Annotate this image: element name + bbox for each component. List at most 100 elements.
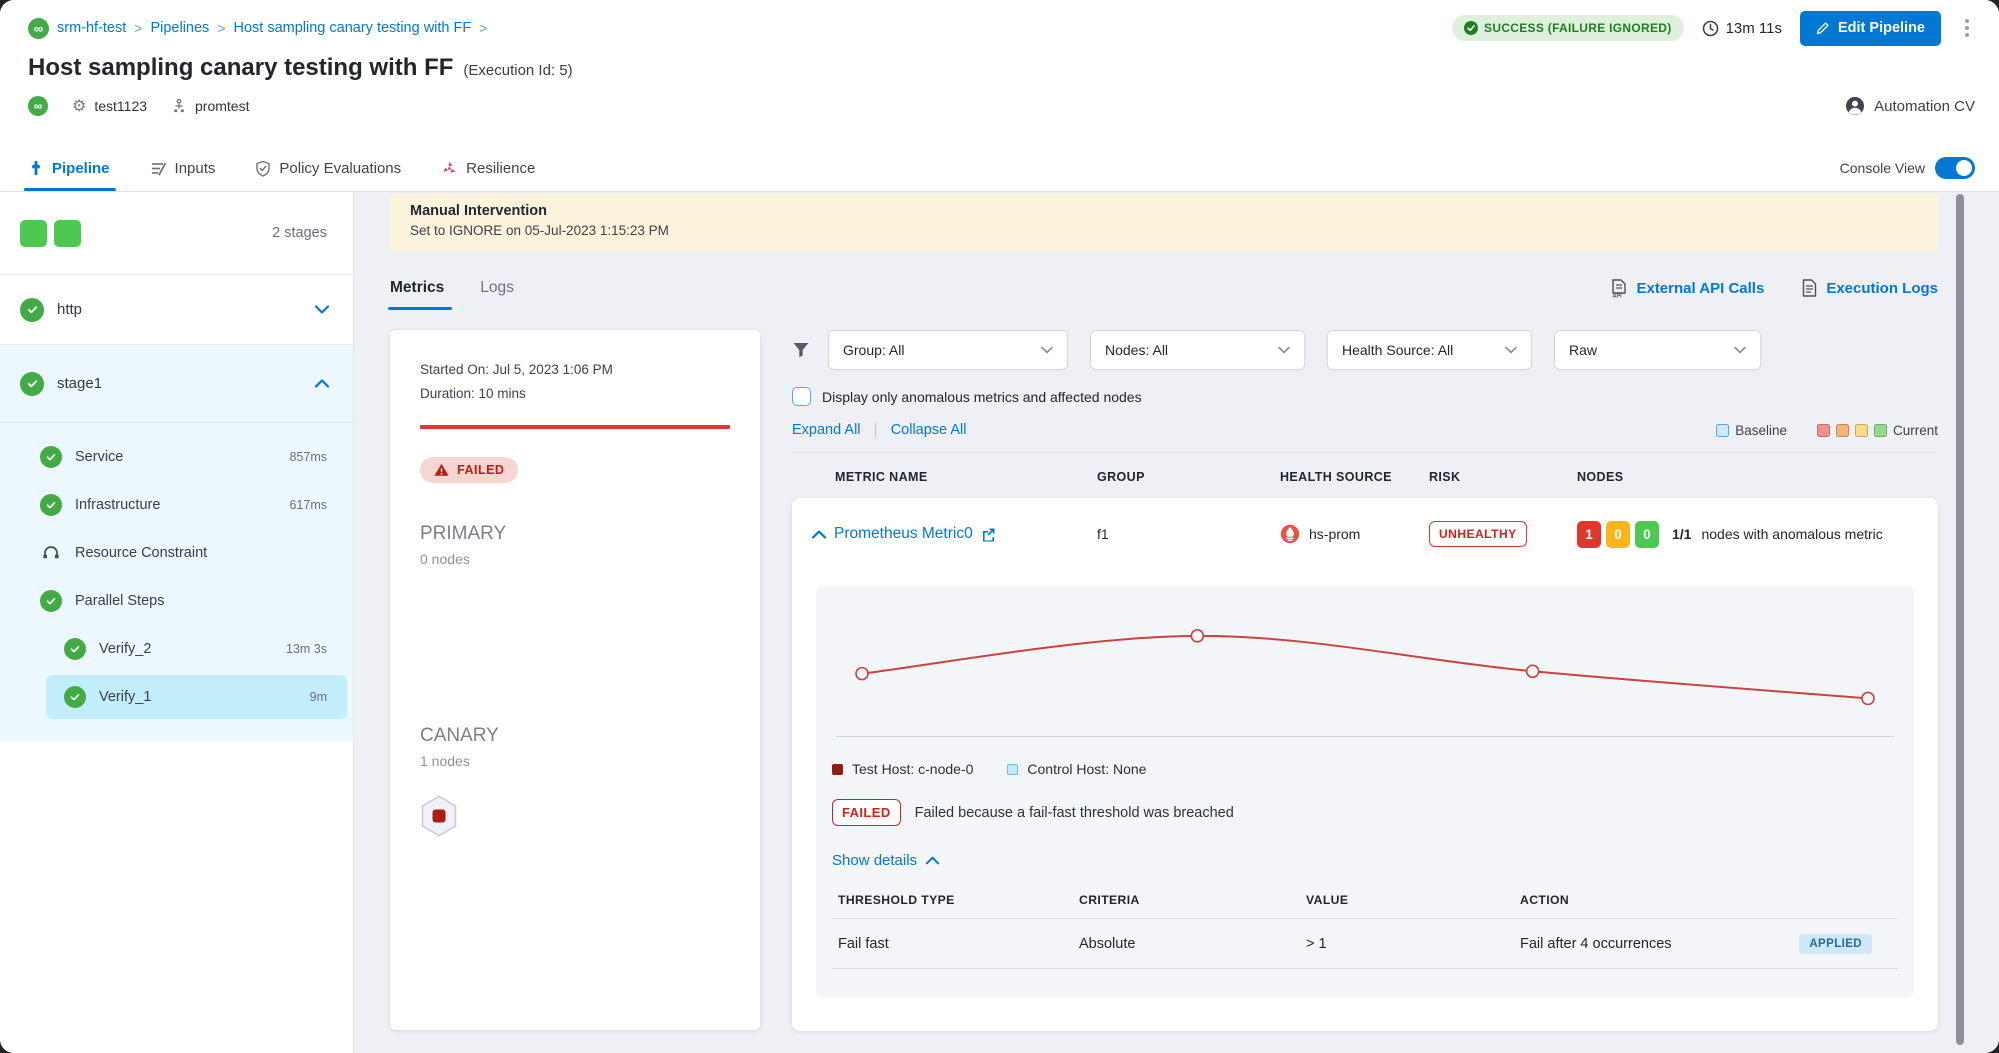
canary-node-hexagon-icon[interactable] bbox=[420, 795, 458, 837]
tab-policy-evaluations[interactable]: Policy Evaluations bbox=[255, 145, 401, 191]
sidebar-step-infrastructure[interactable]: Infrastructure 617ms bbox=[0, 481, 353, 529]
filter-row: Group: All Nodes: All Health Source: All bbox=[792, 330, 1938, 370]
canary-node-count: 1 nodes bbox=[420, 753, 730, 769]
execution-id: (Execution Id: 5) bbox=[463, 62, 572, 79]
detail-tabs-row: Metrics Logs API External API Calls Exec… bbox=[390, 268, 1938, 308]
breadcrumb-pipeline-name[interactable]: Host sampling canary testing with FF bbox=[234, 20, 472, 36]
metric-name-link[interactable]: Prometheus Metric0 bbox=[834, 525, 973, 543]
external-api-calls-link[interactable]: API External API Calls bbox=[1610, 279, 1764, 298]
check-circle-icon bbox=[1464, 21, 1478, 35]
success-check-icon bbox=[40, 446, 62, 468]
run-duration: Duration: 10 mins bbox=[420, 382, 730, 406]
nodes-filter-dropdown[interactable]: Nodes: All bbox=[1090, 330, 1305, 370]
sidebar-stage-stage1[interactable]: stage1 bbox=[0, 345, 353, 423]
metric-chart-panel: Test Host: c-node-0 Control Host: None F… bbox=[816, 586, 1914, 997]
console-view-control: Console View bbox=[1840, 145, 1975, 191]
expand-collapse-row: Expand All | Collapse All Baseline Curre… bbox=[792, 421, 1938, 439]
nodes-filter-value: Nodes: All bbox=[1105, 342, 1168, 358]
metrics-table-header: METRIC NAME GROUP HEALTH SOURCE RISK NOD… bbox=[792, 470, 1938, 484]
stage-summary-row: 2 stages bbox=[0, 192, 353, 275]
tab-policy-evaluations-label: Policy Evaluations bbox=[279, 160, 401, 177]
app-window: ∞ srm-hf-test > Pipelines > Host samplin… bbox=[0, 0, 1999, 1053]
stage1-section: stage1 Service 857ms Infrastructure 617m… bbox=[0, 345, 353, 741]
applied-badge: APPLIED bbox=[1799, 934, 1872, 954]
more-options-menu-icon[interactable] bbox=[1959, 15, 1975, 41]
edit-pipeline-button[interactable]: Edit Pipeline bbox=[1800, 11, 1941, 46]
status-badge: SUCCESS (FAILURE IGNORED) bbox=[1452, 15, 1684, 41]
threshold-table: THRESHOLD TYPE CRITERIA VALUE ACTION Fai… bbox=[832, 893, 1898, 969]
environment-tag[interactable]: promtest bbox=[171, 98, 249, 114]
group-filter-dropdown[interactable]: Group: All bbox=[828, 330, 1068, 370]
node-ratio-text: nodes with anomalous metric bbox=[1701, 526, 1882, 542]
fail-badge: FAILED bbox=[832, 799, 901, 826]
unhealthy-node-count-badge: 1 bbox=[1577, 521, 1601, 548]
node-ratio: 1/1 bbox=[1672, 526, 1691, 542]
tab-inputs[interactable]: Inputs bbox=[150, 145, 216, 191]
tab-logs[interactable]: Logs bbox=[480, 279, 514, 297]
stage-http-label: http bbox=[57, 301, 82, 318]
metric-row[interactable]: Prometheus Metric0 f1 hs-prom UNHEALTHY … bbox=[792, 498, 1938, 570]
col-metric-name: METRIC NAME bbox=[812, 470, 1097, 484]
success-check-icon bbox=[64, 638, 86, 660]
vertical-scrollbar[interactable] bbox=[1956, 194, 1964, 1045]
chevron-up-icon[interactable] bbox=[315, 379, 329, 388]
health-source-filter-dropdown[interactable]: Health Source: All bbox=[1327, 330, 1532, 370]
main-content: Manual Intervention Set to IGNORE on 05-… bbox=[354, 192, 1999, 1053]
chevron-up-icon bbox=[926, 856, 939, 865]
tab-metrics[interactable]: Metrics bbox=[390, 279, 444, 297]
external-link-icon[interactable] bbox=[981, 527, 996, 542]
started-on: Started On: Jul 5, 2023 1:06 PM bbox=[420, 358, 730, 382]
console-view-toggle[interactable] bbox=[1935, 157, 1975, 179]
sidebar-step-parallel-steps[interactable]: Parallel Steps bbox=[0, 577, 353, 625]
sidebar-step-verify1[interactable]: Verify_1 9m bbox=[46, 675, 347, 719]
sidebar-step-verify2[interactable]: Verify_2 13m 3s bbox=[0, 625, 353, 673]
collapse-all-link[interactable]: Collapse All bbox=[891, 422, 967, 438]
metric-card: Prometheus Metric0 f1 hs-prom UNHEALTHY … bbox=[792, 498, 1938, 1031]
filter-icon[interactable] bbox=[792, 341, 810, 359]
metric-health-source: hs-prom bbox=[1280, 524, 1429, 544]
metric-group: f1 bbox=[1097, 526, 1280, 542]
breadcrumb-pipelines[interactable]: Pipelines bbox=[150, 20, 209, 36]
sidebar-step-service[interactable]: Service 857ms bbox=[0, 433, 353, 481]
step-list: Service 857ms Infrastructure 617ms Resou… bbox=[0, 423, 353, 719]
control-host-swatch bbox=[1007, 764, 1018, 775]
sidebar-step-resource-constraint[interactable]: Resource Constraint bbox=[0, 529, 353, 577]
chevron-down-icon bbox=[1505, 346, 1517, 354]
chevron-down-icon[interactable] bbox=[315, 305, 329, 314]
anomalous-checkbox-label[interactable]: Display only anomalous metrics and affec… bbox=[822, 389, 1142, 405]
tab-pipeline[interactable]: Pipeline bbox=[28, 145, 110, 191]
test-host-label: Test Host: c-node-0 bbox=[852, 761, 973, 777]
tab-inputs-label: Inputs bbox=[175, 160, 216, 177]
resource-constraint-icon bbox=[40, 542, 62, 564]
show-details-label: Show details bbox=[832, 852, 917, 869]
stage-count: 2 stages bbox=[272, 225, 327, 241]
col-nodes: NODES bbox=[1577, 470, 1938, 484]
environment-icon bbox=[171, 98, 187, 114]
shield-check-icon bbox=[255, 160, 271, 177]
data-mode-dropdown[interactable]: Raw bbox=[1554, 330, 1761, 370]
show-details-link[interactable]: Show details bbox=[832, 852, 1914, 869]
sidebar-stage-http[interactable]: http bbox=[0, 275, 353, 345]
health-source-filter-value: Health Source: All bbox=[1342, 342, 1453, 358]
breadcrumb-separator: > bbox=[217, 20, 225, 36]
expand-all-link[interactable]: Expand All bbox=[792, 422, 861, 438]
collapse-chevron-up-icon[interactable] bbox=[812, 530, 826, 539]
action-value: Fail after 4 occurrences bbox=[1520, 936, 1672, 952]
triggered-by-user[interactable]: Automation CV bbox=[1845, 96, 1975, 116]
fail-reason-row: FAILED Failed because a fail-fast thresh… bbox=[832, 799, 1914, 826]
pipeline-source-tag: ∞ bbox=[28, 96, 48, 116]
execution-logs-link[interactable]: Execution Logs bbox=[1802, 279, 1938, 298]
tab-resilience[interactable]: Resilience bbox=[441, 145, 535, 191]
console-view-label: Console View bbox=[1840, 160, 1925, 176]
service-tag[interactable]: ⚙ test1123 bbox=[72, 98, 147, 114]
anomalous-checkbox[interactable] bbox=[792, 387, 811, 406]
manual-intervention-banner: Manual Intervention Set to IGNORE on 05-… bbox=[390, 194, 1938, 252]
control-host-legend-item: Control Host: None bbox=[1007, 761, 1146, 777]
breadcrumb-project[interactable]: srm-hf-test bbox=[57, 20, 126, 36]
chart-legend: Test Host: c-node-0 Control Host: None bbox=[832, 761, 1914, 777]
step-label: Service bbox=[75, 449, 123, 465]
current-swatch-green bbox=[1874, 424, 1887, 437]
test-host-swatch bbox=[832, 764, 843, 775]
user-name: Automation CV bbox=[1874, 98, 1975, 115]
col-threshold-type: THRESHOLD TYPE bbox=[838, 893, 1079, 907]
